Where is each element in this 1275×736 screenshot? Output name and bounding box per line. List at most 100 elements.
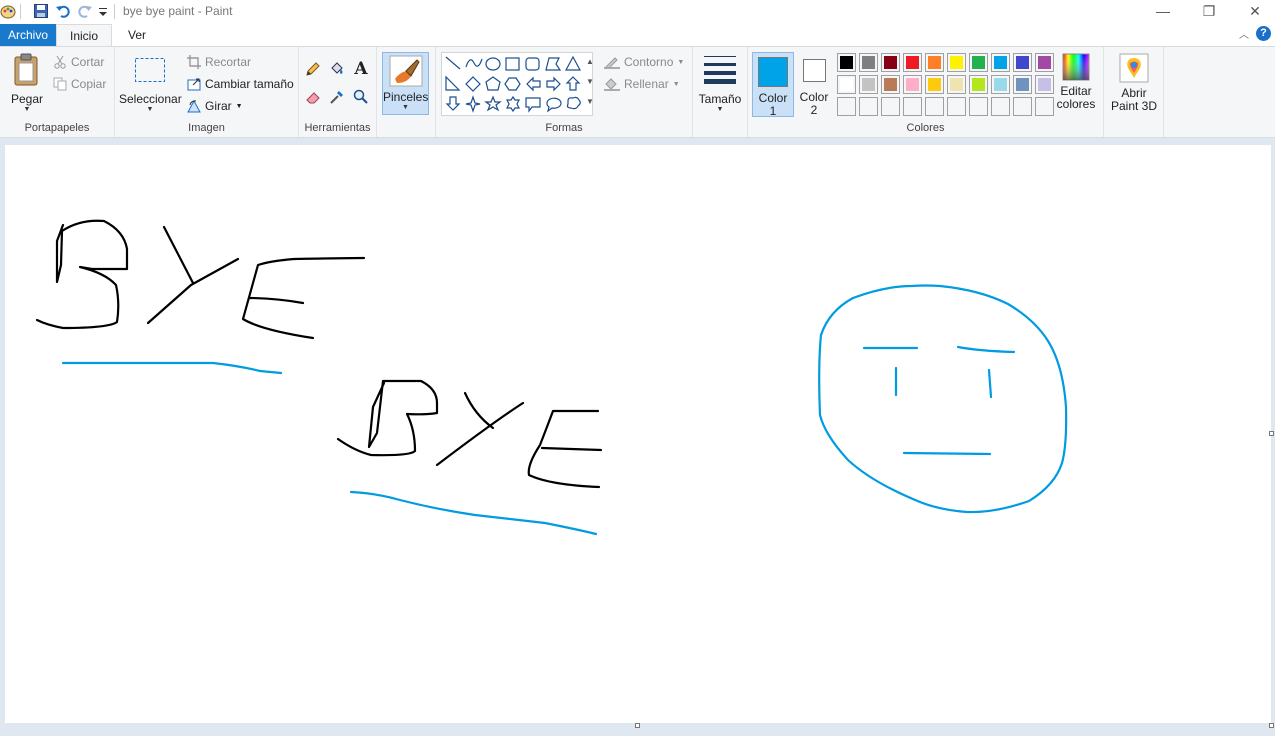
scroll-up-icon[interactable]: ▲	[584, 52, 596, 72]
resize-icon	[187, 78, 201, 91]
palette-swatch[interactable]	[903, 53, 922, 72]
palette-swatch[interactable]	[1013, 97, 1032, 116]
scroll-down-icon[interactable]: ▼	[584, 72, 596, 92]
rotate-button[interactable]: Girar ▼	[187, 99, 243, 113]
customize-toolbar-icon[interactable]	[97, 3, 115, 20]
fill-bucket-icon[interactable]	[327, 59, 347, 79]
palette-swatch[interactable]	[837, 75, 856, 94]
color-spectrum-icon	[1062, 53, 1090, 81]
collapse-ribbon-icon[interactable]: ︿	[1239, 26, 1249, 41]
color-picker-icon[interactable]	[327, 87, 347, 107]
palette-swatch[interactable]	[925, 97, 944, 116]
canvas-resize-handle-right[interactable]	[1269, 431, 1274, 436]
select-label: Seleccionar	[119, 92, 182, 106]
close-button[interactable]: ✕	[1232, 0, 1275, 23]
outline-button[interactable]: Contorno ▼	[604, 55, 684, 69]
size-button[interactable]: Tamaño ▼	[697, 53, 743, 114]
palette-swatch[interactable]	[859, 97, 878, 116]
help-icon[interactable]: ?	[1256, 26, 1271, 41]
ribbon-tabs: Archivo Inicio Ver ︿ ?	[0, 23, 1275, 46]
color-palette	[837, 53, 1057, 119]
canvas-resize-handle-bottom[interactable]	[635, 723, 640, 728]
group-brushes: Pinceles ▼	[377, 47, 436, 137]
group-label-colors: Colores	[906, 122, 945, 134]
group-label-shapes: Formas	[545, 122, 583, 134]
palette-swatch-color	[906, 100, 919, 113]
size-label: Tamaño	[698, 92, 742, 106]
palette-swatch-color	[950, 78, 963, 91]
edit-colors-button[interactable]: Editar colores	[1056, 53, 1096, 111]
fill-button[interactable]: Rellenar ▼	[604, 77, 680, 91]
tab-home[interactable]: Inicio	[56, 24, 113, 46]
open-paint3d-button[interactable]: Abrir Paint 3D	[1108, 53, 1160, 113]
resize-button[interactable]: Cambiar tamaño	[187, 77, 294, 91]
cut-button[interactable]: Cortar	[53, 55, 104, 69]
palette-swatch[interactable]	[881, 97, 900, 116]
save-icon[interactable]	[33, 3, 51, 20]
palette-swatch[interactable]	[837, 53, 856, 72]
minimize-button[interactable]: —	[1140, 0, 1186, 23]
palette-swatch[interactable]	[1035, 53, 1054, 72]
palette-swatch[interactable]	[947, 97, 966, 116]
eraser-icon[interactable]	[303, 87, 323, 107]
palette-swatch[interactable]	[859, 53, 878, 72]
magnifier-icon[interactable]	[351, 87, 371, 107]
palette-swatch[interactable]	[991, 97, 1010, 116]
palette-swatch[interactable]	[925, 75, 944, 94]
brushes-button[interactable]: Pinceles ▼	[382, 52, 429, 115]
palette-swatch-color	[1016, 56, 1029, 69]
shapes-scroll[interactable]: ▲ ▼ ▼	[584, 52, 596, 116]
stroke-underline-2	[349, 490, 598, 536]
scissors-icon	[54, 55, 66, 69]
palette-swatch[interactable]	[947, 75, 966, 94]
group-label-clipboard: Portapapeles	[24, 122, 90, 134]
palette-swatch[interactable]	[1013, 75, 1032, 94]
palette-swatch[interactable]	[881, 75, 900, 94]
palette-swatch-color	[972, 78, 985, 91]
gallery-expand-icon[interactable]: ▼	[584, 92, 596, 112]
paint3d-label-2: Paint 3D	[1110, 99, 1158, 113]
group-paint3d: Abrir Paint 3D	[1104, 47, 1164, 137]
palette-swatch[interactable]	[859, 75, 878, 94]
select-button[interactable]: Seleccionar ▼	[119, 57, 182, 114]
maximize-button[interactable]: ❐	[1186, 0, 1232, 23]
group-image: Seleccionar ▼ Recortar Cambiar tamaño Gi…	[115, 47, 299, 137]
palette-swatch[interactable]	[1035, 97, 1054, 116]
undo-icon[interactable]	[55, 3, 73, 20]
palette-swatch[interactable]	[969, 75, 988, 94]
palette-swatch[interactable]	[837, 97, 856, 116]
paint-app-icon[interactable]	[0, 3, 18, 20]
palette-swatch[interactable]	[969, 97, 988, 116]
palette-swatch[interactable]	[947, 53, 966, 72]
crop-button[interactable]: Recortar	[187, 55, 251, 69]
palette-swatch[interactable]	[881, 53, 900, 72]
drawing-canvas[interactable]	[5, 145, 1271, 723]
text-tool-icon[interactable]: A	[351, 59, 371, 79]
color1-button[interactable]: Color 1	[752, 52, 794, 118]
group-clipboard: Pegar ▼ Cortar Copiar Portapapeles	[0, 47, 115, 137]
palette-swatch-color	[928, 78, 941, 91]
palette-swatch[interactable]	[991, 53, 1010, 72]
palette-swatch[interactable]	[903, 97, 922, 116]
paste-button[interactable]: Pegar ▼	[6, 53, 48, 114]
canvas-workspace	[0, 139, 1275, 736]
palette-swatch[interactable]	[903, 75, 922, 94]
outline-icon	[604, 57, 620, 69]
palette-swatch[interactable]	[969, 53, 988, 72]
color2-button[interactable]: Color 2	[797, 52, 831, 117]
palette-swatch-color	[994, 56, 1007, 69]
canvas-resize-handle-corner[interactable]	[1269, 723, 1274, 728]
palette-swatch[interactable]	[991, 75, 1010, 94]
group-label-image: Imagen	[188, 122, 225, 134]
copy-icon	[53, 77, 67, 91]
palette-swatch-color	[972, 56, 985, 69]
tab-file[interactable]: Archivo	[0, 24, 56, 46]
copy-button[interactable]: Copiar	[53, 77, 106, 91]
palette-swatch[interactable]	[925, 53, 944, 72]
chevron-down-icon: ▼	[402, 104, 409, 111]
palette-swatch[interactable]	[1013, 53, 1032, 72]
tab-view[interactable]: Ver	[115, 24, 159, 46]
pencil-icon[interactable]	[303, 59, 323, 79]
redo-icon[interactable]	[77, 3, 95, 20]
palette-swatch[interactable]	[1035, 75, 1054, 94]
